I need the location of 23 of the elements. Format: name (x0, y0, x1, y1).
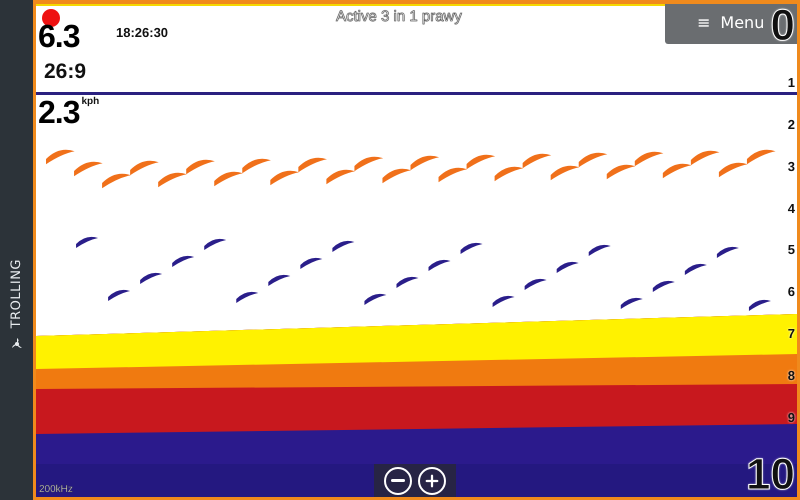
depth-label: 4 (788, 202, 795, 216)
reading-unit: kph (81, 96, 100, 107)
depth-label: 8 (788, 369, 795, 384)
reading-value: 6.3 (38, 20, 80, 52)
reading-value: 2.3 (38, 96, 80, 128)
plus-icon (423, 472, 441, 490)
depth-label: 7 (788, 327, 795, 342)
sonar-source-title: Active 3 in 1 prawy (336, 8, 462, 25)
depth-label: 9 (788, 411, 795, 426)
zoom-out-button[interactable] (384, 466, 412, 494)
frequency-label: 200kHz (39, 484, 73, 495)
clock-time: 18:26:30 (116, 25, 168, 40)
depth-label: 6 (788, 285, 795, 300)
depth-label: 3 (788, 160, 795, 174)
depth-label: 10 (746, 452, 795, 497)
minus-icon (391, 479, 405, 482)
depth-label: 2 (788, 118, 795, 132)
reading-value: 26:9 (44, 60, 86, 84)
zoom-in-button[interactable] (418, 466, 446, 494)
fan-icon (10, 336, 24, 351)
trolling-mode-label[interactable]: TROLLING (9, 259, 24, 329)
depth-label: 5 (788, 243, 795, 258)
depth-label: 1 (788, 76, 795, 90)
